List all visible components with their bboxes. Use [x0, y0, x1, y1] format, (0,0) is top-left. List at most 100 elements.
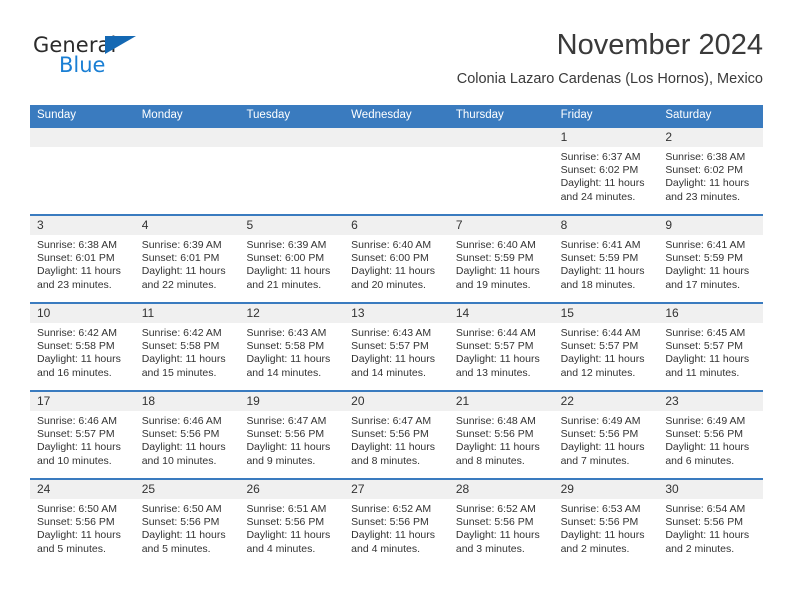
day-info: Sunrise: 6:48 AM Sunset: 5:56 PM Dayligh…: [449, 411, 554, 468]
day-number: 26: [239, 480, 345, 499]
day-cell: 16 Sunrise: 6:45 AM Sunset: 5:57 PM Dayl…: [658, 304, 764, 390]
sunset-text: Sunset: 5:57 PM: [351, 340, 429, 353]
day-info: Sunrise: 6:38 AM Sunset: 6:01 PM Dayligh…: [30, 235, 135, 292]
day-number: 25: [134, 480, 240, 499]
logo-text-blue: Blue: [59, 53, 106, 77]
day-cell: 11 Sunrise: 6:42 AM Sunset: 5:58 PM Dayl…: [134, 304, 240, 390]
daylight-text-line2: and 16 minutes.: [37, 366, 112, 379]
day-info: Sunrise: 6:46 AM Sunset: 5:56 PM Dayligh…: [135, 411, 240, 468]
day-cell: 30 Sunrise: 6:54 AM Sunset: 5:56 PM Dayl…: [658, 480, 764, 566]
day-info: Sunrise: 6:45 AM Sunset: 5:57 PM Dayligh…: [658, 323, 763, 380]
sunrise-text: Sunrise: 6:38 AM: [665, 151, 746, 163]
logo-triangle-icon: [105, 36, 136, 54]
day-info: Sunrise: 6:37 AM Sunset: 6:02 PM Dayligh…: [554, 147, 659, 204]
day-cell: 14 Sunrise: 6:44 AM Sunset: 5:57 PM Dayl…: [448, 304, 554, 390]
day-number: 10: [30, 304, 135, 323]
daylight-text-line1: Daylight: 11 hours: [455, 441, 540, 454]
daylight-text-line1: Daylight: 11 hours: [246, 353, 331, 366]
daylight-text-line2: and 20 minutes.: [351, 278, 426, 291]
sunset-text: Sunset: 5:58 PM: [37, 340, 115, 353]
day-cell: 12 Sunrise: 6:43 AM Sunset: 5:58 PM Dayl…: [239, 304, 345, 390]
weekday-header-tuesday: Tuesday: [246, 109, 291, 121]
daylight-text-line1: Daylight: 11 hours: [560, 441, 645, 454]
sunrise-text: Sunrise: 6:42 AM: [37, 327, 117, 339]
day-info: Sunrise: 6:52 AM Sunset: 5:56 PM Dayligh…: [449, 499, 554, 556]
day-number: 24: [30, 480, 135, 499]
day-cell: 24 Sunrise: 6:50 AM Sunset: 5:56 PM Dayl…: [30, 480, 135, 566]
day-number: 14: [448, 304, 554, 323]
daylight-text-line2: and 5 minutes.: [37, 542, 106, 555]
day-info: [135, 147, 240, 151]
sunset-text: Sunset: 6:02 PM: [665, 164, 743, 177]
sunrise-text: Sunrise: 6:43 AM: [351, 327, 432, 339]
sunrise-text: Sunrise: 6:46 AM: [37, 415, 117, 427]
sunset-text: Sunset: 5:56 PM: [141, 516, 220, 529]
day-info: Sunrise: 6:52 AM Sunset: 5:56 PM Dayligh…: [344, 499, 449, 556]
day-cell: 20 Sunrise: 6:47 AM Sunset: 5:56 PM Dayl…: [344, 392, 449, 478]
weekday-header-monday: Monday: [141, 109, 183, 121]
daylight-text-line1: Daylight: 11 hours: [665, 177, 750, 190]
day-info: Sunrise: 6:44 AM Sunset: 5:57 PM Dayligh…: [554, 323, 659, 380]
daylight-text-line2: and 18 minutes.: [560, 278, 636, 291]
daylight-text-line1: Daylight: 11 hours: [351, 265, 436, 278]
sunrise-text: Sunrise: 6:47 AM: [351, 415, 432, 427]
day-cell: 23 Sunrise: 6:49 AM Sunset: 5:56 PM Dayl…: [658, 392, 764, 478]
sunset-text: Sunset: 5:56 PM: [37, 516, 115, 529]
sunrise-text: Sunrise: 6:47 AM: [246, 415, 327, 427]
sunrise-text: Sunrise: 6:42 AM: [141, 327, 222, 339]
daylight-text-line1: Daylight: 11 hours: [665, 353, 750, 366]
sunset-text: Sunset: 5:56 PM: [141, 428, 220, 441]
daylight-text-line2: and 14 minutes.: [351, 366, 426, 379]
day-cell: 28 Sunrise: 6:52 AM Sunset: 5:56 PM Dayl…: [448, 480, 554, 566]
day-cell: 3 Sunrise: 6:38 AM Sunset: 6:01 PM Dayli…: [30, 216, 135, 302]
daylight-text-line2: and 24 minutes.: [560, 190, 636, 203]
day-cell: 25 Sunrise: 6:50 AM Sunset: 5:56 PM Dayl…: [134, 480, 240, 566]
day-cell: 2 Sunrise: 6:38 AM Sunset: 6:02 PM Dayli…: [658, 128, 764, 214]
sunset-text: Sunset: 5:59 PM: [455, 252, 534, 265]
daylight-text-line2: and 17 minutes.: [665, 278, 741, 291]
week-row: 24 Sunrise: 6:50 AM Sunset: 5:56 PM Dayl…: [30, 478, 764, 566]
sunrise-text: Sunrise: 6:48 AM: [455, 415, 536, 427]
day-number: 23: [658, 392, 764, 411]
sunrise-text: Sunrise: 6:54 AM: [665, 503, 746, 515]
day-number: [344, 128, 449, 147]
sunset-text: Sunset: 5:56 PM: [455, 428, 534, 441]
day-info: [344, 147, 449, 151]
day-number: 9: [658, 216, 764, 235]
day-info: Sunrise: 6:51 AM Sunset: 5:56 PM Dayligh…: [239, 499, 344, 556]
calendar-grid: Sunday Monday Tuesday Wednesday Thursday…: [30, 105, 764, 566]
daylight-text-line2: and 14 minutes.: [246, 366, 322, 379]
day-number: [448, 128, 554, 147]
sunset-text: Sunset: 6:02 PM: [560, 164, 639, 177]
day-cell: 21 Sunrise: 6:48 AM Sunset: 5:56 PM Dayl…: [448, 392, 554, 478]
day-info: Sunrise: 6:50 AM Sunset: 5:56 PM Dayligh…: [30, 499, 135, 556]
sunset-text: Sunset: 6:00 PM: [246, 252, 325, 265]
sunset-text: Sunset: 5:56 PM: [246, 516, 325, 529]
day-info: [239, 147, 344, 151]
day-number: 2: [658, 128, 764, 147]
day-info: Sunrise: 6:43 AM Sunset: 5:58 PM Dayligh…: [239, 323, 344, 380]
day-cell: [448, 128, 554, 214]
weekday-header-row: Sunday Monday Tuesday Wednesday Thursday…: [30, 105, 763, 126]
day-number: 3: [30, 216, 135, 235]
daylight-text-line1: Daylight: 11 hours: [665, 441, 750, 454]
day-cell: 7 Sunrise: 6:40 AM Sunset: 5:59 PM Dayli…: [448, 216, 554, 302]
daylight-text-line1: Daylight: 11 hours: [455, 265, 540, 278]
day-number: 29: [553, 480, 659, 499]
daylight-text-line2: and 7 minutes.: [560, 454, 630, 467]
day-number: 6: [344, 216, 449, 235]
day-info: Sunrise: 6:42 AM Sunset: 5:58 PM Dayligh…: [135, 323, 240, 380]
day-cell: 9 Sunrise: 6:41 AM Sunset: 5:59 PM Dayli…: [658, 216, 764, 302]
daylight-text-line1: Daylight: 11 hours: [560, 529, 645, 542]
sunrise-text: Sunrise: 6:49 AM: [560, 415, 641, 427]
sunset-text: Sunset: 5:57 PM: [37, 428, 115, 441]
sunset-text: Sunset: 5:58 PM: [141, 340, 220, 353]
daylight-text-line1: Daylight: 11 hours: [455, 353, 540, 366]
day-cell: 19 Sunrise: 6:47 AM Sunset: 5:56 PM Dayl…: [239, 392, 345, 478]
daylight-text-line2: and 6 minutes.: [665, 454, 735, 467]
day-number: 12: [239, 304, 345, 323]
day-number: [239, 128, 345, 147]
day-number: 8: [553, 216, 659, 235]
daylight-text-line2: and 3 minutes.: [455, 542, 525, 555]
daylight-text-line2: and 19 minutes.: [455, 278, 531, 291]
